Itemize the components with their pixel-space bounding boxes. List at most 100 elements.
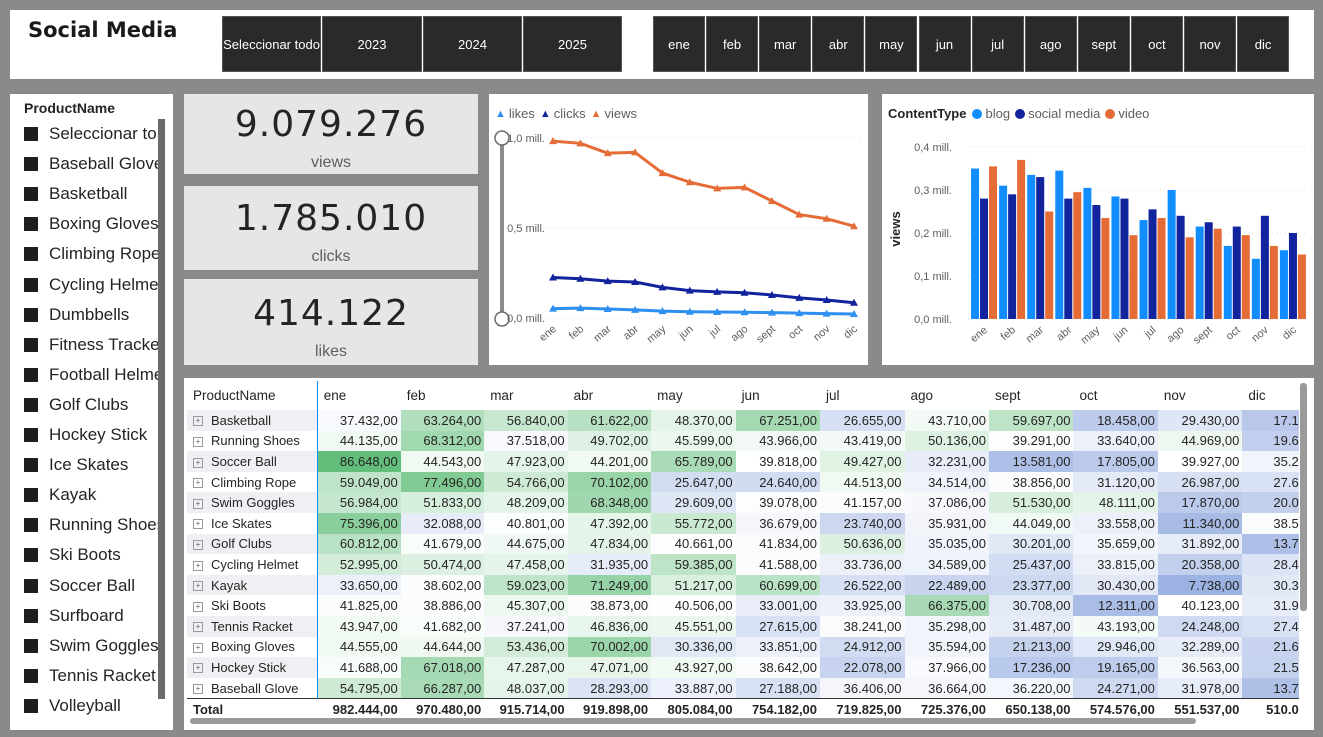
expand-icon[interactable]: + [193, 601, 203, 612]
bar-social-media[interactable] [1064, 198, 1073, 319]
column-header-jul[interactable]: jul [820, 381, 904, 410]
checkbox-icon[interactable] [24, 277, 38, 292]
column-header-ProductName[interactable]: ProductName [187, 381, 317, 410]
bar-social-media[interactable] [1232, 226, 1241, 319]
checkbox-icon[interactable] [24, 578, 38, 593]
row-header[interactable]: + Golf Clubs [187, 533, 318, 555]
bar-blog[interactable] [1083, 187, 1092, 319]
row-header[interactable]: + Running Shoes [187, 430, 318, 452]
year-button-2024[interactable]: 2024 [423, 16, 522, 72]
month-button-feb[interactable]: feb [706, 16, 759, 72]
slicer-item[interactable]: Seleccionar to... [24, 123, 161, 145]
expand-icon[interactable]: + [193, 642, 203, 653]
slicer-item[interactable]: Volleyball [24, 695, 161, 717]
checkbox-icon[interactable] [24, 428, 38, 442]
checkbox-icon[interactable] [24, 488, 38, 503]
slicer-item[interactable]: Hockey Stick [24, 424, 161, 446]
bar-social-media[interactable] [1288, 233, 1297, 319]
slicer-item[interactable]: Dumbbells [24, 304, 161, 326]
checkbox-icon[interactable] [24, 608, 38, 623]
row-header[interactable]: + Basketball [187, 410, 318, 431]
checkbox-icon[interactable] [24, 458, 38, 473]
bar-video[interactable] [1101, 217, 1110, 319]
slicer-item[interactable]: Ski Boots [24, 544, 161, 566]
slicer-item[interactable]: Basketball [24, 183, 161, 205]
expand-icon[interactable]: + [193, 478, 203, 489]
month-button-ene[interactable]: ene [653, 16, 705, 72]
bar-blog[interactable] [971, 168, 980, 320]
bar-video[interactable] [989, 166, 998, 319]
slicer-item[interactable]: Climbing Rope [24, 243, 161, 265]
slicer-item[interactable]: Running Shoes [24, 514, 161, 536]
row-header[interactable]: + Soccer Ball [187, 451, 318, 472]
column-header-ago[interactable]: ago [905, 381, 989, 410]
slicer-item[interactable]: Swim Goggles [24, 635, 161, 657]
slicer-item[interactable]: Tennis Racket [24, 665, 161, 687]
row-header[interactable]: + Baseball Glove [187, 677, 318, 699]
bar-blog[interactable] [999, 185, 1008, 319]
row-header[interactable]: + Ski Boots [187, 595, 318, 616]
slicer-item[interactable]: Baseball Glove [24, 153, 161, 175]
slicer-item[interactable]: Golf Clubs [24, 394, 161, 416]
bar-blog[interactable] [1055, 170, 1064, 319]
bar-video[interactable] [1185, 237, 1194, 319]
row-header[interactable]: + Kayak [187, 574, 318, 596]
expand-icon[interactable]: + [193, 684, 203, 695]
bar-blog[interactable] [1111, 196, 1120, 319]
month-button-may[interactable]: may [865, 16, 918, 72]
month-button-oct[interactable]: oct [1130, 16, 1183, 72]
slicer-item[interactable]: Boxing Gloves [24, 213, 161, 235]
bar-video[interactable] [1045, 211, 1054, 320]
bar-social-media[interactable] [1260, 215, 1269, 319]
bar-video[interactable] [1269, 245, 1278, 319]
slicer-item[interactable]: Surfboard [24, 605, 161, 627]
expand-icon[interactable]: + [193, 498, 203, 509]
row-header[interactable]: + Cycling Helmet [187, 554, 318, 575]
row-header[interactable]: + Hockey Stick [187, 657, 318, 678]
checkbox-icon[interactable] [24, 127, 38, 141]
slicer-scrollbar[interactable] [158, 119, 165, 699]
year-button-2023[interactable]: 2023 [322, 16, 422, 72]
bar-blog[interactable] [1223, 245, 1232, 319]
month-button-dic[interactable]: dic [1237, 16, 1290, 72]
row-header[interactable]: + Swim Goggles [187, 492, 318, 513]
bar-blog[interactable] [1027, 174, 1036, 319]
bar-blog[interactable] [1167, 190, 1176, 319]
bar-video[interactable] [1157, 217, 1166, 319]
checkbox-icon[interactable] [24, 668, 38, 683]
slicer-item[interactable]: Cycling Helmet [24, 274, 161, 296]
row-header[interactable]: + Boxing Gloves [187, 636, 318, 658]
column-header-mar[interactable]: mar [484, 381, 567, 410]
row-header[interactable]: + Climbing Rope [187, 471, 318, 493]
matrix-horizontal-scrollbar[interactable] [190, 718, 1196, 724]
bar-social-media[interactable] [980, 198, 989, 319]
checkbox-icon[interactable] [24, 698, 38, 713]
bar-blog[interactable] [1251, 258, 1260, 319]
expand-icon[interactable]: + [193, 436, 203, 447]
column-header-abr[interactable]: abr [568, 381, 651, 410]
checkbox-icon[interactable] [24, 638, 38, 653]
expand-icon[interactable]: + [193, 581, 203, 592]
slicer-item[interactable]: Soccer Ball [24, 575, 161, 597]
bar-video[interactable] [1073, 192, 1082, 319]
bar-social-media[interactable] [1148, 209, 1157, 319]
bar-social-media[interactable] [1176, 215, 1185, 319]
column-header-dic[interactable]: dic [1242, 381, 1299, 410]
column-header-oct[interactable]: oct [1073, 381, 1157, 410]
checkbox-icon[interactable] [24, 518, 38, 533]
bar-video[interactable] [1241, 235, 1250, 319]
month-button-jun[interactable]: jun [918, 16, 971, 72]
checkbox-icon[interactable] [24, 397, 38, 412]
column-header-feb[interactable]: feb [401, 381, 484, 410]
month-button-ago[interactable]: ago [1024, 16, 1077, 72]
checkbox-icon[interactable] [24, 157, 38, 172]
column-header-nov[interactable]: nov [1158, 381, 1242, 410]
bar-blog[interactable] [1139, 220, 1148, 319]
bar-video[interactable] [1129, 235, 1138, 319]
bar-social-media[interactable] [1204, 222, 1213, 319]
matrix-vertical-scrollbar[interactable] [1300, 383, 1307, 611]
bar-social-media[interactable] [1120, 198, 1129, 319]
checkbox-icon[interactable] [24, 307, 38, 322]
slicer-item[interactable]: Kayak [24, 484, 161, 506]
checkbox-icon[interactable] [24, 187, 38, 202]
